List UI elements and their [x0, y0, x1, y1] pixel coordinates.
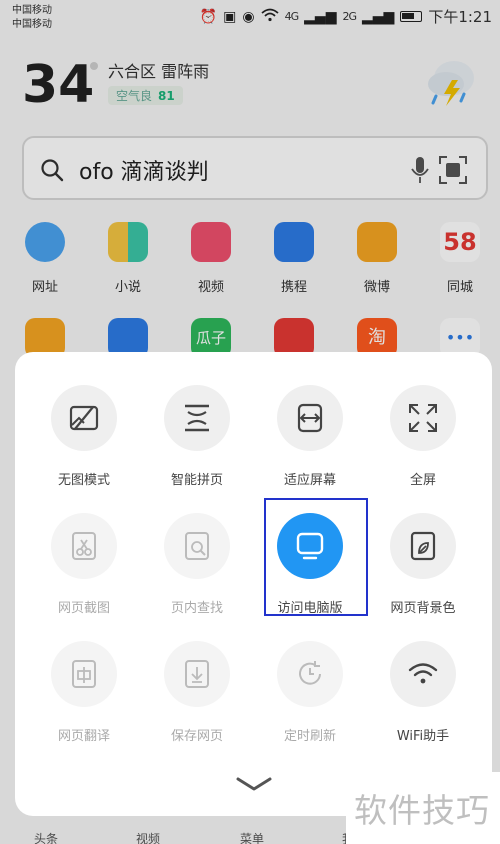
menu-fullscreen[interactable]: 全屏: [368, 385, 478, 488]
menu-label: 全屏: [409, 473, 436, 488]
menu-label: 网页翻译: [57, 729, 110, 744]
save-page-icon: [164, 641, 230, 707]
menu-screenshot[interactable]: 网页截图: [29, 513, 139, 616]
menu-find-in-page[interactable]: 页内查找: [142, 513, 252, 616]
find-in-page-icon: [164, 513, 230, 579]
menu-no-image[interactable]: 无图模式: [29, 385, 139, 488]
menu-label: 适应屏幕: [283, 473, 336, 488]
translate-icon: [51, 641, 117, 707]
menu-label: 智能拼页: [170, 473, 223, 488]
menu-fit-screen[interactable]: 适应屏幕: [255, 385, 365, 488]
menu-smart-page[interactable]: 智能拼页: [142, 385, 252, 488]
selection-highlight: [264, 498, 368, 616]
menu-label: 保存网页: [170, 729, 223, 744]
screenshot-icon: [51, 513, 117, 579]
menu-background-color[interactable]: 网页背景色: [368, 513, 478, 616]
menu-label: 网页截图: [57, 601, 110, 616]
menu-timed-refresh[interactable]: 定时刷新: [255, 641, 365, 744]
fit-screen-icon: [277, 385, 343, 451]
fullscreen-icon: [390, 385, 456, 451]
menu-panel: 无图模式 智能拼页 适应屏幕 全屏 网页截图 页内查找 访问电脑版 网页背景色 …: [15, 352, 492, 816]
menu-translate[interactable]: 网页翻译: [29, 641, 139, 744]
timed-refresh-icon: [277, 641, 343, 707]
watermark: 软件技巧: [346, 772, 500, 844]
background-color-icon: [390, 513, 456, 579]
menu-wifi-assistant[interactable]: WiFi助手: [368, 641, 478, 744]
smart-page-icon: [164, 385, 230, 451]
menu-label: 无图模式: [57, 473, 110, 488]
menu-label: 定时刷新: [283, 729, 336, 744]
wifi-icon: [390, 641, 456, 707]
menu-label: 网页背景色: [390, 601, 456, 616]
chevron-down-icon[interactable]: [233, 774, 275, 794]
no-image-icon: [51, 385, 117, 451]
menu-label: 页内查找: [170, 601, 223, 616]
menu-label: WiFi助手: [396, 729, 450, 744]
menu-save-page[interactable]: 保存网页: [142, 641, 252, 744]
